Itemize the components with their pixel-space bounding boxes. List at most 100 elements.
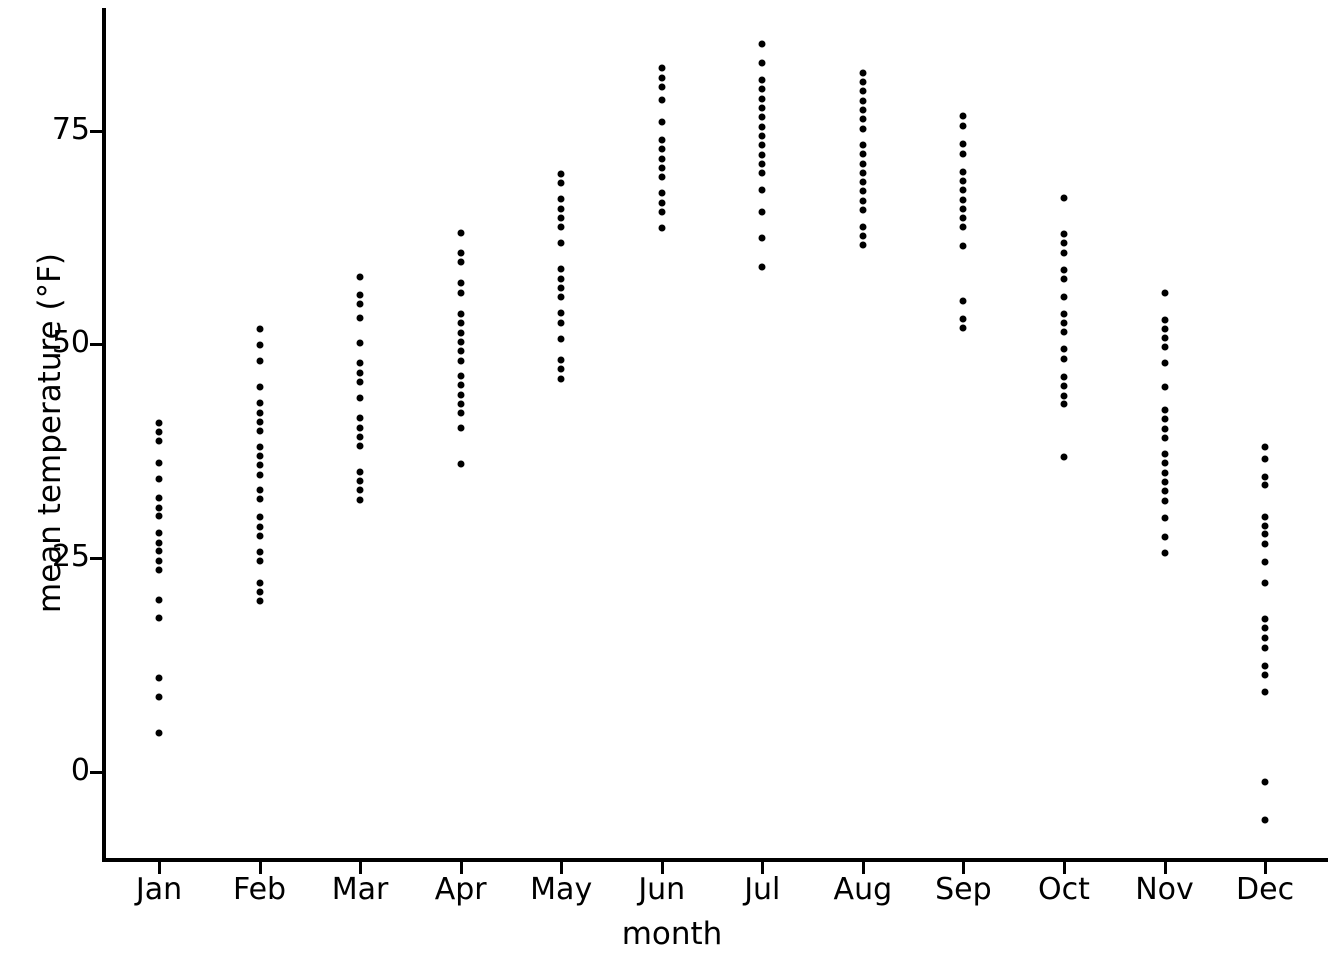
data-point <box>658 83 666 91</box>
data-point <box>1060 266 1068 274</box>
data-point <box>256 409 264 417</box>
data-point <box>155 566 163 574</box>
x-tick-label-oct: Oct <box>1038 872 1090 907</box>
data-point <box>1261 662 1269 670</box>
data-point <box>557 335 565 343</box>
data-point <box>1161 469 1168 477</box>
data-point <box>1261 540 1269 548</box>
data-point <box>1161 459 1168 467</box>
x-tick-label-may: May <box>530 872 593 907</box>
data-point <box>256 588 264 596</box>
data-point <box>256 418 264 426</box>
data-point <box>356 442 364 450</box>
data-point <box>859 241 867 249</box>
data-point <box>155 539 163 547</box>
data-point <box>1161 406 1168 414</box>
data-point <box>758 95 766 103</box>
data-point <box>155 614 163 622</box>
data-point <box>658 164 666 172</box>
data-point <box>1060 310 1068 318</box>
data-point <box>1161 289 1168 297</box>
data-point <box>1060 453 1068 461</box>
data-point <box>1261 530 1269 538</box>
data-point <box>658 155 666 163</box>
data-point <box>959 186 967 194</box>
x-axis-title: month <box>621 916 723 952</box>
data-point <box>1060 275 1068 283</box>
data-point <box>155 494 163 502</box>
y-tick-mark <box>90 129 102 133</box>
data-point <box>457 381 465 389</box>
data-point <box>859 150 867 158</box>
data-point <box>1261 644 1269 652</box>
data-point <box>658 199 666 207</box>
data-point <box>1161 343 1168 351</box>
data-point <box>1060 328 1068 336</box>
data-point <box>256 557 264 565</box>
data-point <box>1161 415 1168 423</box>
data-point <box>758 234 766 242</box>
data-point <box>859 232 867 240</box>
data-point <box>959 297 967 305</box>
data-point <box>356 369 364 377</box>
data-point <box>256 523 264 531</box>
data-point <box>758 169 766 177</box>
data-point <box>859 197 867 205</box>
data-point <box>859 69 867 77</box>
data-point <box>959 196 967 204</box>
data-point <box>256 452 264 460</box>
data-point <box>155 459 163 467</box>
x-tick-label-mar: Mar <box>331 872 389 907</box>
data-point <box>356 486 364 494</box>
data-point <box>1261 624 1269 632</box>
data-point <box>356 314 364 322</box>
data-point <box>356 339 364 347</box>
data-point <box>356 359 364 367</box>
data-point <box>758 104 766 112</box>
data-point <box>557 319 565 327</box>
data-point <box>859 160 867 168</box>
data-point <box>155 437 163 445</box>
data-point <box>1060 319 1068 327</box>
data-point <box>1060 355 1068 363</box>
data-point <box>658 189 666 197</box>
data-point <box>859 223 867 231</box>
data-point <box>1060 230 1068 238</box>
data-point <box>256 383 264 391</box>
data-point <box>758 208 766 216</box>
data-point <box>1060 345 1068 353</box>
data-point <box>356 468 364 476</box>
data-point <box>959 214 967 222</box>
data-point <box>1161 325 1168 333</box>
data-point <box>658 96 666 104</box>
data-point <box>155 547 163 555</box>
data-point <box>758 141 766 149</box>
data-point <box>457 329 465 337</box>
y-tick-label: 0 <box>70 753 90 788</box>
x-tick-label-dec: Dec <box>1236 872 1295 907</box>
data-point <box>1161 359 1168 367</box>
data-point <box>155 504 163 512</box>
data-point <box>457 229 465 237</box>
data-point <box>155 729 163 737</box>
data-point <box>1261 481 1269 489</box>
data-point <box>959 122 967 130</box>
data-point <box>1161 514 1168 522</box>
data-point <box>256 513 264 521</box>
x-tick-label-jun: Jun <box>638 872 686 907</box>
data-point <box>1161 316 1168 324</box>
data-point <box>256 486 264 494</box>
data-point <box>658 118 666 126</box>
data-point <box>859 87 867 95</box>
data-point <box>457 289 465 297</box>
data-point <box>356 378 364 386</box>
data-point <box>758 160 766 168</box>
data-point <box>256 341 264 349</box>
data-point <box>758 40 766 48</box>
data-point <box>658 64 666 72</box>
data-point <box>557 205 565 213</box>
data-point <box>557 170 565 178</box>
data-point <box>256 443 264 451</box>
data-point <box>356 424 364 432</box>
data-point <box>1060 293 1068 301</box>
